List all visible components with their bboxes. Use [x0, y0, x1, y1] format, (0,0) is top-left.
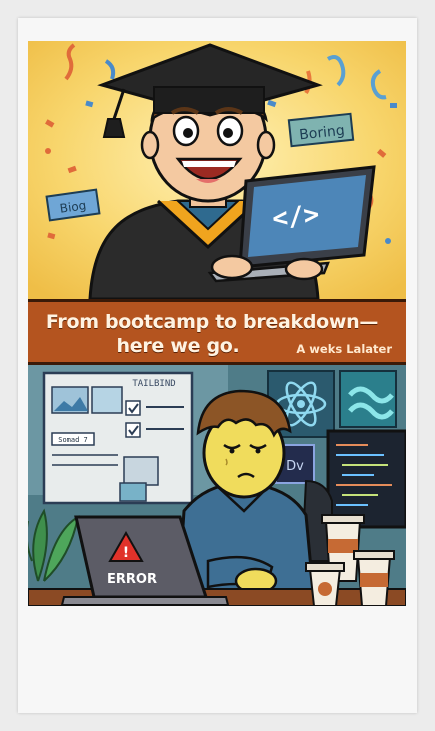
caption-banner: From bootcamp to breakdown— here we go. … [28, 299, 406, 365]
whiteboard-label: TAILBIND [132, 379, 175, 389]
caption-line-1: From bootcamp to breakdown— [45, 311, 379, 333]
note-label: Somad 7 [58, 436, 88, 444]
error-label: ERROR [107, 572, 157, 587]
page-background: </> Boring Biog TAILBIND Somad 7 Dv ! ER… [0, 0, 435, 731]
code-symbol: </> [271, 200, 321, 235]
comic-image: </> Boring Biog TAILBIND Somad 7 Dv ! ER… [28, 41, 406, 606]
caption-subtitle: A weks Lalater [296, 342, 392, 356]
dv-label: Dv [286, 459, 304, 474]
svg-text:!: ! [123, 545, 129, 561]
